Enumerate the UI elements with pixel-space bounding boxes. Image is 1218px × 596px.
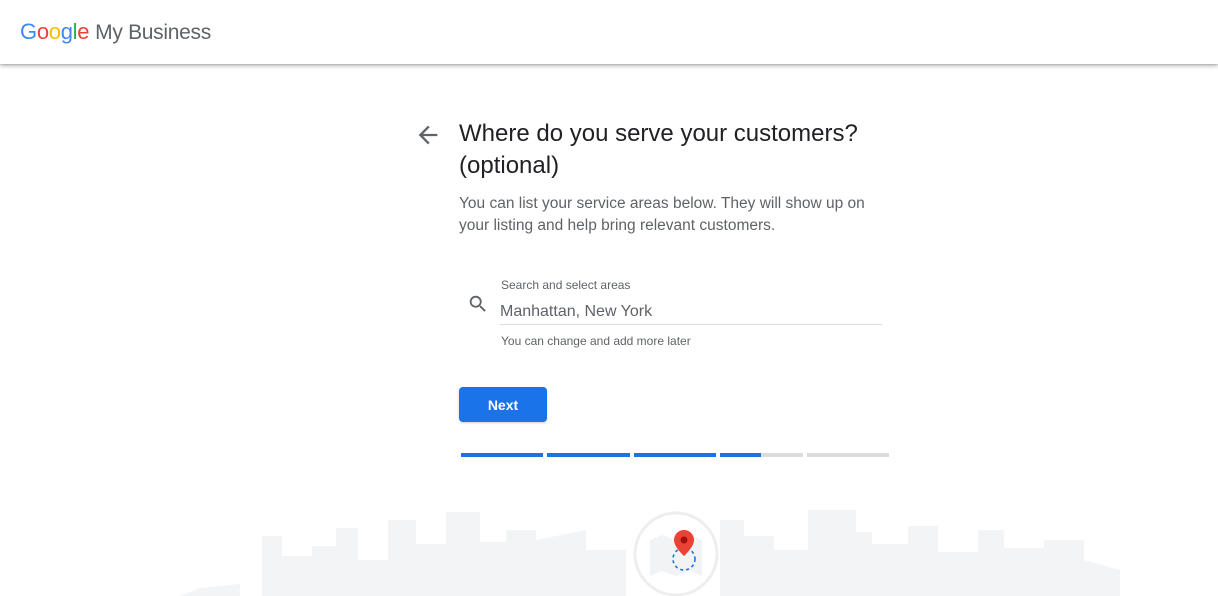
logo-letter: o <box>36 19 49 44</box>
progress-segment-fill <box>461 453 544 457</box>
page-title: Where do you serve your customers? (opti… <box>459 120 858 179</box>
progress-segment <box>720 453 803 457</box>
progress-segment <box>461 453 544 457</box>
logo-letter: o <box>48 19 61 44</box>
city-skyline-illustration <box>180 510 1120 596</box>
logo-letter: e <box>77 19 90 44</box>
progress-bar <box>461 453 889 457</box>
arrow-back-icon <box>418 125 438 145</box>
page-subtitle: You can list your service areas below. T… <box>459 195 865 234</box>
map-pin-icon <box>633 511 719 596</box>
search-field-label: Search and select areas <box>501 278 631 292</box>
logo-letter: g <box>60 19 73 44</box>
progress-segment <box>806 453 889 457</box>
app-header: Google My Business <box>0 0 1218 64</box>
logo-letter: G <box>20 19 37 44</box>
service-area-search-input[interactable] <box>500 300 882 325</box>
google-my-business-logo[interactable]: Google My Business <box>20 19 211 45</box>
progress-segment <box>547 453 630 457</box>
search-helper-text: You can change and add more later <box>501 334 691 348</box>
progress-segment <box>633 453 717 457</box>
progress-segment-fill <box>633 453 717 457</box>
search-icon <box>467 293 489 315</box>
product-name: My Business <box>95 21 211 44</box>
next-button[interactable]: Next <box>459 387 547 422</box>
back-button[interactable] <box>414 121 442 149</box>
progress-segment-fill <box>720 453 762 457</box>
progress-segment-fill <box>547 453 630 457</box>
